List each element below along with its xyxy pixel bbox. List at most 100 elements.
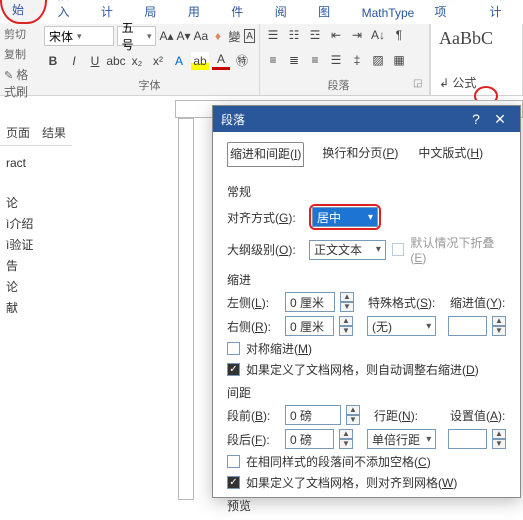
list-item[interactable]: ì验证 bbox=[6, 234, 66, 255]
align-center-icon[interactable]: ≣ bbox=[285, 51, 303, 69]
paragraph-group-title: 段落 bbox=[264, 75, 413, 93]
italic-icon[interactable]: I bbox=[65, 52, 83, 70]
chevron-down-icon: ▾ bbox=[77, 31, 82, 42]
vertical-ruler[interactable] bbox=[178, 118, 194, 500]
left-spinner[interactable]: ▲▼ bbox=[340, 292, 354, 312]
indentval-input[interactable] bbox=[448, 316, 487, 336]
line-spacing-icon[interactable]: ‡ bbox=[348, 51, 366, 69]
snapgrid-checkbox[interactable]: ✓ bbox=[227, 476, 240, 489]
bullets-icon[interactable]: ☰ bbox=[264, 26, 282, 44]
align-left-icon[interactable]: ≡ bbox=[264, 51, 282, 69]
tab-view[interactable]: 视图 bbox=[308, 0, 351, 24]
before-label: 段前(B): bbox=[227, 407, 279, 424]
before-spinner[interactable]: ▲▼ bbox=[346, 405, 360, 425]
show-marks-icon[interactable]: ¶ bbox=[390, 26, 408, 44]
shrink-font-icon[interactable]: A▾ bbox=[177, 27, 191, 45]
tab-insert[interactable]: 插入 bbox=[47, 0, 90, 24]
left-input[interactable]: 0 厘米 bbox=[285, 292, 335, 312]
special-select[interactable]: (无)▾ bbox=[367, 316, 436, 336]
list-item[interactable]: 论 bbox=[6, 192, 66, 213]
font-color-icon[interactable]: A bbox=[212, 52, 230, 70]
list-item[interactable]: 献 bbox=[6, 297, 66, 318]
tab-start[interactable]: 开始 bbox=[0, 0, 47, 24]
clear-format-icon[interactable]: ♦ bbox=[211, 27, 224, 45]
tab-reference[interactable]: 引用 bbox=[178, 0, 221, 24]
linesp-select[interactable]: 单倍行距▾ bbox=[367, 429, 436, 449]
increase-indent-icon[interactable]: ⇥ bbox=[348, 26, 366, 44]
list-item[interactable]: 告 bbox=[6, 255, 66, 276]
chevron-down-icon: ▾ bbox=[420, 321, 431, 332]
after-input[interactable]: 0 磅 bbox=[285, 429, 334, 449]
outline-label: 大纲级别(O): bbox=[227, 241, 303, 258]
char-border-icon[interactable]: A bbox=[244, 29, 255, 43]
after-spinner[interactable]: ▲▼ bbox=[339, 429, 353, 449]
underline-icon[interactable]: U bbox=[86, 52, 104, 70]
format-painter-button[interactable]: ✎ 格式刷 bbox=[0, 64, 40, 102]
subscript-icon[interactable]: x₂ bbox=[128, 52, 146, 70]
section-indent: 缩进 bbox=[227, 271, 506, 288]
copy-button[interactable]: 复制 bbox=[0, 44, 40, 64]
autogrid-checkbox[interactable]: ✓ bbox=[227, 363, 240, 376]
dlg-tab-cjk[interactable]: 中文版式(H) bbox=[416, 142, 485, 167]
chevron-down-icon: ▾ bbox=[147, 31, 152, 42]
side-tab-result[interactable]: 结果 bbox=[42, 124, 66, 141]
change-case-icon[interactable]: Aa bbox=[194, 27, 209, 45]
tab-mathtype[interactable]: MathType bbox=[352, 2, 425, 24]
before-input[interactable]: 0 磅 bbox=[285, 405, 341, 425]
style-formula[interactable]: ↲ 公式 bbox=[439, 74, 514, 91]
font-name-select[interactable]: 宋体▾ bbox=[44, 26, 114, 46]
phonetic-icon[interactable]: 變 bbox=[228, 27, 241, 45]
right-spinner[interactable]: ▲▼ bbox=[339, 316, 353, 336]
list-item[interactable]: 论 bbox=[6, 276, 66, 297]
text-effects-icon[interactable]: A bbox=[170, 52, 188, 70]
list-item[interactable]: ì介绍 bbox=[6, 213, 66, 234]
cut-button[interactable]: 剪切 bbox=[0, 24, 40, 44]
font-group-title: 字体 bbox=[44, 75, 255, 93]
list-item[interactable]: ract bbox=[6, 154, 66, 172]
align-right-icon[interactable]: ≡ bbox=[306, 51, 324, 69]
sort-icon[interactable]: A↓ bbox=[369, 26, 387, 44]
setval-label: 设置值(A): bbox=[450, 407, 506, 424]
symmetric-checkbox[interactable] bbox=[227, 342, 240, 355]
enclose-icon[interactable]: ㊕ bbox=[233, 52, 251, 70]
side-tab-page[interactable]: 页面 bbox=[6, 124, 30, 141]
superscript-icon[interactable]: x² bbox=[149, 52, 167, 70]
highlight-icon[interactable]: ab bbox=[191, 52, 209, 70]
style-preview[interactable]: AaBbC bbox=[439, 28, 514, 49]
borders-icon[interactable]: ▦ bbox=[390, 51, 408, 69]
tab-design2[interactable]: 设计 bbox=[480, 0, 523, 24]
tab-review[interactable]: 审阅 bbox=[265, 0, 308, 24]
tab-addins[interactable]: 加载项 bbox=[424, 0, 479, 24]
bold-icon[interactable]: B bbox=[44, 52, 62, 70]
align-select[interactable]: 居中▾ bbox=[312, 207, 378, 227]
outline-select[interactable]: 正文文本▾ bbox=[309, 240, 386, 260]
dlg-tab-linebreak[interactable]: 换行和分页(P) bbox=[320, 142, 400, 167]
setval-input[interactable] bbox=[448, 429, 487, 449]
grow-font-icon[interactable]: A▴ bbox=[159, 27, 173, 45]
special-label: 特殊格式(S): bbox=[368, 294, 438, 311]
tab-mail[interactable]: 邮件 bbox=[221, 0, 264, 24]
paragraph-dialog-launcher[interactable]: ◲ bbox=[413, 78, 425, 90]
right-input[interactable]: 0 厘米 bbox=[285, 316, 334, 336]
snapgrid-label: 如果定义了文档网格，则对齐到网格(W) bbox=[246, 474, 457, 491]
multilevel-icon[interactable]: ☲ bbox=[306, 26, 324, 44]
font-size-select[interactable]: 五号▾ bbox=[117, 26, 157, 46]
help-button[interactable]: ? bbox=[464, 111, 488, 127]
collapse-checkbox[interactable] bbox=[392, 243, 405, 256]
side-list: ract 论 ì介绍 ì验证 告 论 献 bbox=[0, 146, 72, 326]
setval-spinner[interactable]: ▲▼ bbox=[492, 429, 506, 449]
align-justify-icon[interactable]: ☰ bbox=[327, 51, 345, 69]
right-label: 右侧(R): bbox=[227, 318, 279, 335]
strike-icon[interactable]: abc bbox=[107, 52, 125, 70]
left-label: 左侧(L): bbox=[227, 294, 279, 311]
nospace-checkbox[interactable] bbox=[227, 455, 240, 468]
numbering-icon[interactable]: ☷ bbox=[285, 26, 303, 44]
indentval-spinner[interactable]: ▲▼ bbox=[492, 316, 506, 336]
decrease-indent-icon[interactable]: ⇤ bbox=[327, 26, 345, 44]
section-spacing: 间距 bbox=[227, 384, 506, 401]
close-button[interactable]: ✕ bbox=[488, 111, 512, 128]
dialog-title: 段落 bbox=[221, 111, 245, 128]
ribbon-tabs: 开始 插入 设计 布局 引用 邮件 审阅 视图 MathType 加载项 设计 bbox=[0, 0, 523, 24]
dlg-tab-indent[interactable]: 缩进和间距(I) bbox=[227, 142, 304, 167]
shading-icon[interactable]: ▨ bbox=[369, 51, 387, 69]
